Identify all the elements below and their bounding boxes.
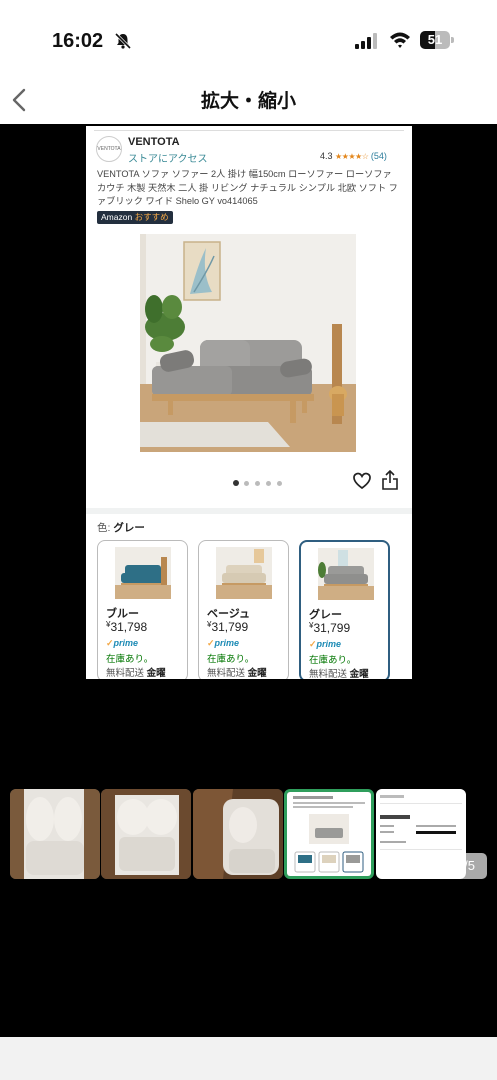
shipping-day: 金曜	[146, 668, 166, 679]
prime-label: prime	[113, 638, 139, 648]
swatch-price: ¥31,798	[106, 620, 147, 634]
image-carousel-dots[interactable]	[223, 480, 283, 488]
stock-status: 在庫あり。	[309, 655, 357, 666]
shipping-label: 無料配送	[106, 668, 145, 679]
thumbnail-4-selected[interactable]	[284, 789, 374, 879]
badge-recommend: おすすめ	[134, 212, 169, 222]
carousel-dot[interactable]	[233, 480, 239, 486]
prime-badge: ✓prime	[106, 638, 139, 648]
swatch-price: ¥31,799	[309, 621, 350, 635]
battery-icon: 51	[420, 31, 454, 49]
badge-amazon: Amazon	[101, 212, 133, 222]
prime-badge: ✓prime	[309, 639, 342, 649]
color-swatch-gray[interactable]: グレー ¥31,799 ✓prime 在庫あり。 無料配送 金曜	[299, 540, 390, 679]
shipping-day: 金曜	[349, 669, 369, 679]
battery-level: 51	[427, 32, 443, 47]
star-rating-icon: ★★★★☆	[335, 152, 369, 161]
product-title: VENTOTA ソファ ソファー 2人 掛け 幅150cm ローソファー ローソ…	[97, 169, 398, 206]
wifi-icon	[390, 32, 410, 48]
sofa-product-image	[140, 234, 356, 452]
swatch-price-value: 31,799	[313, 621, 351, 635]
thumbnail-screenshot	[376, 789, 466, 879]
share-icon[interactable]	[382, 470, 398, 490]
nav-bar: 拡大・縮小	[0, 80, 497, 124]
rating-value: 4.3	[320, 151, 333, 161]
carousel-dot[interactable]	[266, 481, 271, 486]
carousel-dot[interactable]	[255, 481, 260, 486]
swatch-price: ¥31,799	[207, 620, 248, 634]
heart-icon[interactable]	[353, 472, 371, 490]
thumbnail-screenshot	[287, 792, 371, 876]
signal-icon	[355, 33, 377, 49]
shipping-label: 無料配送	[309, 669, 348, 679]
carousel-dot[interactable]	[244, 481, 249, 486]
sofa-thumbnail-image	[115, 547, 171, 599]
rating-count: (54)	[370, 151, 387, 161]
carousel-dot[interactable]	[277, 481, 282, 486]
bottom-bar	[0, 1037, 497, 1080]
swatch-name: グレー	[309, 609, 342, 621]
stock-status: 在庫あり。	[207, 654, 255, 665]
thumbnail-3[interactable]	[193, 789, 283, 879]
sofa-thumbnail-image	[318, 548, 374, 600]
color-label: 色: グレー	[97, 520, 145, 535]
thumbnail-photo	[10, 789, 100, 879]
thumbnail-1[interactable]	[10, 789, 100, 879]
swatch-price-value: 31,798	[110, 620, 148, 634]
rating: 4.3 ★★★★☆ (54)	[320, 151, 387, 161]
swatch-name: ベージュ	[207, 608, 251, 620]
image-viewer[interactable]: VENTOTA VENTOTA ストアにアクセス 4.3 ★★★★☆ (54) …	[0, 124, 497, 1037]
thumbnail-5[interactable]	[376, 789, 466, 879]
thumbnail-2[interactable]	[101, 789, 191, 879]
bell-slash-icon	[114, 32, 132, 50]
stock-status: 在庫あり。	[106, 654, 154, 665]
color-label-prefix: 色:	[97, 522, 111, 534]
swatch-name: ブルー	[106, 608, 139, 620]
store-link: ストアにアクセス	[128, 154, 208, 165]
brand-logo: VENTOTA	[96, 136, 122, 162]
status-time: 16:02	[52, 30, 104, 52]
product-screenshot[interactable]: VENTOTA VENTOTA ストアにアクセス 4.3 ★★★★☆ (54) …	[86, 126, 412, 679]
color-swatch-beige[interactable]: ベージュ ¥31,799 ✓prime 在庫あり。 無料配送 金曜	[198, 540, 289, 679]
amazon-recommend-badge: Amazon おすすめ	[97, 211, 173, 224]
prime-label: prime	[214, 638, 240, 648]
prime-label: prime	[316, 639, 342, 649]
swatch-price-value: 31,799	[211, 620, 249, 634]
thumbnail-photo	[101, 789, 191, 879]
shipping-info: 無料配送 金曜	[309, 666, 369, 679]
sofa-thumbnail-image	[216, 547, 272, 599]
color-swatch-blue[interactable]: ブルー ¥31,798 ✓prime 在庫あり。 無料配送 金曜	[97, 540, 188, 679]
thumbnail-photo	[193, 789, 283, 879]
brand-name: VENTOTA	[128, 136, 180, 148]
shipping-label: 無料配送	[207, 668, 246, 679]
status-bar: 16:02 51	[0, 0, 497, 80]
shipping-info: 無料配送 金曜	[106, 665, 166, 679]
shipping-day: 金曜	[247, 668, 267, 679]
shipping-info: 無料配送 金曜	[207, 665, 267, 679]
page-title: 拡大・縮小	[200, 91, 296, 112]
color-value: グレー	[113, 522, 145, 534]
prime-badge: ✓prime	[207, 638, 240, 648]
